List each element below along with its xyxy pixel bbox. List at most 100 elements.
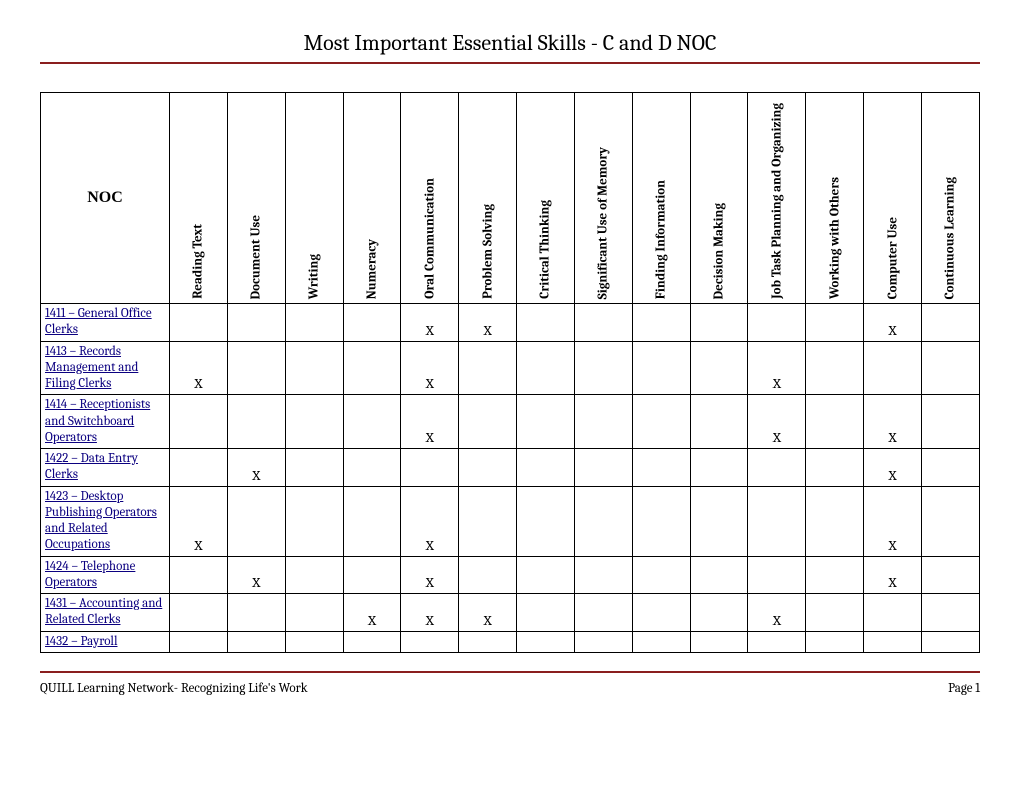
mark-cell: X xyxy=(864,486,922,556)
mark-cell xyxy=(690,449,748,487)
skill-header: Significant Use of Memory xyxy=(574,93,632,304)
table-row: 1422 – Data Entry ClerksXX xyxy=(41,449,980,487)
mark-cell xyxy=(285,594,343,632)
noc-link[interactable]: 1413 – Records Management and Filing Cle… xyxy=(45,344,138,392)
mark-cell xyxy=(748,556,806,594)
skill-header-label: Problem Solving xyxy=(480,204,495,299)
mark-cell: X xyxy=(401,486,459,556)
mark-cell xyxy=(921,304,979,342)
mark-cell xyxy=(170,556,228,594)
mark-cell xyxy=(806,594,864,632)
footer-right: Page 1 xyxy=(948,681,980,696)
skill-header-label: Numeracy xyxy=(364,239,379,299)
mark-cell xyxy=(921,556,979,594)
mark-cell xyxy=(690,341,748,395)
mark-cell xyxy=(574,341,632,395)
skill-header-label: Continuous Learning xyxy=(943,177,958,300)
mark-cell xyxy=(748,449,806,487)
mark-cell xyxy=(690,594,748,632)
mark-cell xyxy=(806,486,864,556)
skill-header: Problem Solving xyxy=(459,93,517,304)
mark-cell xyxy=(864,594,922,632)
skill-header: Job Task Planning and Organizing xyxy=(748,93,806,304)
table-row: 1432 – Payroll xyxy=(41,631,980,652)
mark-cell xyxy=(517,631,575,652)
mark-cell xyxy=(170,631,228,652)
skill-header: Continuous Learning xyxy=(921,93,979,304)
noc-link[interactable]: 1411 – General Office Clerks xyxy=(45,306,152,337)
mark-cell xyxy=(921,395,979,449)
skill-header-label: Reading Text xyxy=(191,224,206,299)
mark-cell: X xyxy=(227,556,285,594)
title-rule xyxy=(40,62,980,64)
mark-cell xyxy=(285,341,343,395)
mark-cell xyxy=(517,486,575,556)
mark-cell: X xyxy=(864,395,922,449)
header-row: NOC Reading Text Document Use Writing Nu… xyxy=(41,93,980,304)
mark-cell xyxy=(574,594,632,632)
skill-header: Writing xyxy=(285,93,343,304)
noc-link[interactable]: 1424 – Telephone Operators xyxy=(45,559,135,590)
mark-cell xyxy=(517,304,575,342)
mark-cell xyxy=(690,631,748,652)
noc-cell: 1422 – Data Entry Clerks xyxy=(41,449,170,487)
mark-cell: X xyxy=(343,594,401,632)
skill-header: Critical Thinking xyxy=(517,93,575,304)
mark-cell xyxy=(632,449,690,487)
skill-header: Computer Use xyxy=(864,93,922,304)
mark-cell xyxy=(806,395,864,449)
skill-header-label: Finding Information xyxy=(654,180,669,299)
mark-cell xyxy=(227,304,285,342)
noc-cell: 1424 – Telephone Operators xyxy=(41,556,170,594)
mark-cell xyxy=(227,341,285,395)
mark-cell xyxy=(517,594,575,632)
mark-cell xyxy=(748,304,806,342)
mark-cell xyxy=(574,304,632,342)
skill-header-label: Critical Thinking xyxy=(538,200,553,299)
mark-cell xyxy=(574,449,632,487)
mark-cell: X xyxy=(748,594,806,632)
noc-cell: 1414 – Receptionists and Switchboard Ope… xyxy=(41,395,170,449)
noc-link[interactable]: 1432 – Payroll xyxy=(45,634,117,649)
mark-cell: X xyxy=(401,395,459,449)
noc-link[interactable]: 1422 – Data Entry Clerks xyxy=(45,451,138,482)
skill-header: Decision Making xyxy=(690,93,748,304)
mark-cell: X xyxy=(170,486,228,556)
mark-cell xyxy=(343,486,401,556)
noc-link[interactable]: 1431 – Accounting and Related Clerks xyxy=(45,596,162,627)
mark-cell xyxy=(285,631,343,652)
skill-header: Finding Information xyxy=(632,93,690,304)
noc-link[interactable]: 1414 – Receptionists and Switchboard Ope… xyxy=(45,397,150,445)
mark-cell xyxy=(690,304,748,342)
noc-cell: 1413 – Records Management and Filing Cle… xyxy=(41,341,170,395)
mark-cell xyxy=(170,304,228,342)
noc-cell: 1431 – Accounting and Related Clerks xyxy=(41,594,170,632)
mark-cell xyxy=(459,395,517,449)
mark-cell: X xyxy=(401,304,459,342)
mark-cell xyxy=(343,631,401,652)
mark-cell xyxy=(459,486,517,556)
mark-cell xyxy=(343,449,401,487)
noc-cell: 1423 – Desktop Publishing Operators and … xyxy=(41,486,170,556)
noc-link[interactable]: 1423 – Desktop Publishing Operators and … xyxy=(45,489,157,553)
mark-cell: X xyxy=(401,594,459,632)
mark-cell xyxy=(632,395,690,449)
mark-cell xyxy=(170,449,228,487)
mark-cell: X xyxy=(401,556,459,594)
mark-cell xyxy=(806,304,864,342)
skill-header: Document Use xyxy=(227,93,285,304)
mark-cell xyxy=(517,449,575,487)
mark-cell: X xyxy=(748,395,806,449)
table-row: 1414 – Receptionists and Switchboard Ope… xyxy=(41,395,980,449)
table-row: 1413 – Records Management and Filing Cle… xyxy=(41,341,980,395)
skill-header: Oral Communication xyxy=(401,93,459,304)
mark-cell xyxy=(459,341,517,395)
mark-cell xyxy=(574,486,632,556)
skill-header-label: Computer Use xyxy=(885,217,900,299)
mark-cell xyxy=(227,631,285,652)
mark-cell xyxy=(632,631,690,652)
skill-header: Reading Text xyxy=(170,93,228,304)
mark-cell xyxy=(285,304,343,342)
mark-cell xyxy=(921,594,979,632)
table-row: 1423 – Desktop Publishing Operators and … xyxy=(41,486,980,556)
